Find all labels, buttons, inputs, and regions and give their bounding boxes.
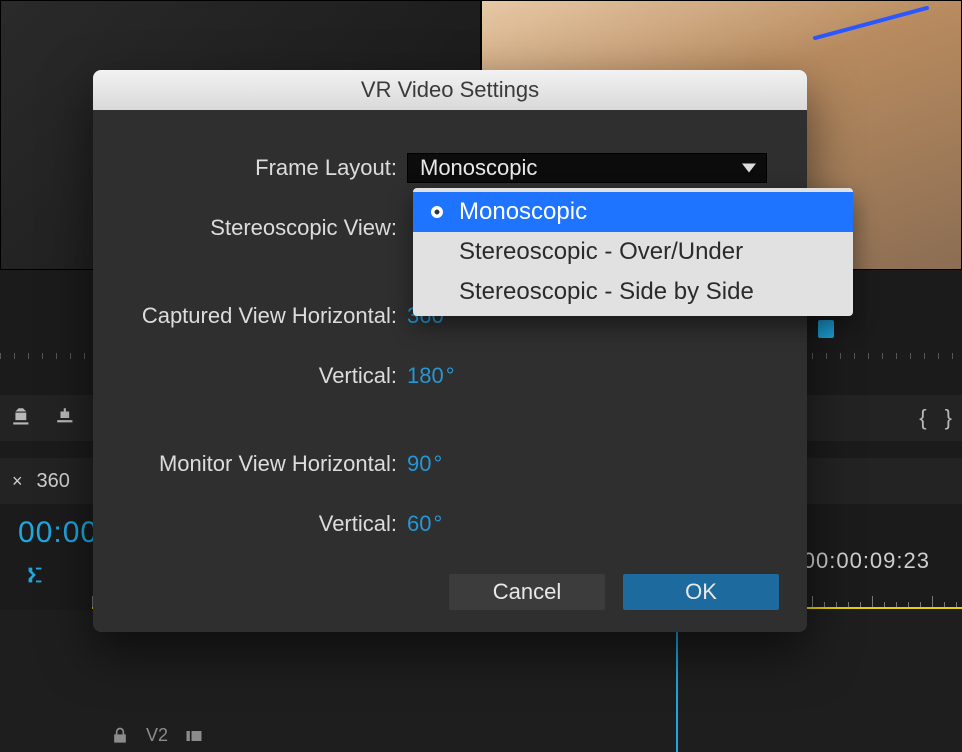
current-timecode[interactable]: 00:00 bbox=[18, 516, 98, 550]
frame-layout-option[interactable]: Monoscopic bbox=[413, 192, 853, 232]
monitor-horizontal-value[interactable]: 90° bbox=[407, 451, 442, 477]
dialog-title: VR Video Settings bbox=[93, 70, 807, 110]
frame-layout-dropdown[interactable]: Monoscopic Stereoscopic - Over/Under Stere… bbox=[413, 188, 853, 316]
frame-layout-option[interactable]: Stereoscopic - Over/Under bbox=[413, 232, 853, 272]
monitor-vertical-label: Vertical: bbox=[121, 511, 407, 537]
vr-video-settings-dialog: VR Video Settings Frame Layout: Monoscop… bbox=[93, 70, 807, 632]
option-label: Stereoscopic - Side by Side bbox=[459, 278, 754, 306]
frame-layout-select[interactable]: Monoscopic bbox=[407, 153, 767, 183]
radio-selected-icon bbox=[431, 206, 443, 218]
monitor-vertical-value[interactable]: 60° bbox=[407, 511, 442, 537]
cancel-button[interactable]: Cancel bbox=[449, 574, 605, 610]
frame-layout-option[interactable]: Stereoscopic - Side by Side bbox=[413, 272, 853, 312]
close-sequence-icon[interactable]: × bbox=[12, 471, 23, 492]
sequence-tab-name[interactable]: 360 bbox=[37, 470, 70, 493]
option-label: Stereoscopic - Over/Under bbox=[459, 238, 743, 266]
captured-horizontal-label: Captured View Horizontal: bbox=[121, 303, 407, 329]
captured-vertical-value[interactable]: 180° bbox=[407, 363, 455, 389]
monitor-horizontal-label: Monitor View Horizontal: bbox=[121, 451, 407, 477]
option-label: Monoscopic bbox=[459, 198, 587, 226]
ruler-timecode: 00:00:09:23 bbox=[803, 548, 930, 574]
frame-layout-label: Frame Layout: bbox=[121, 155, 407, 181]
track-label-text: V2 bbox=[146, 725, 168, 746]
mark-in-icon[interactable]: { bbox=[919, 405, 926, 431]
insert-icon[interactable] bbox=[54, 407, 80, 429]
ok-button[interactable]: OK bbox=[623, 574, 779, 610]
track-header[interactable]: V2 bbox=[110, 725, 204, 746]
captured-vertical-label: Vertical: bbox=[121, 363, 407, 389]
mark-out-icon[interactable]: } bbox=[945, 405, 952, 431]
chevron-down-icon bbox=[742, 164, 756, 173]
snap-icon[interactable] bbox=[22, 564, 48, 591]
export-frame-icon[interactable] bbox=[10, 407, 36, 429]
lock-icon[interactable] bbox=[110, 726, 130, 746]
frame-layout-selected-value: Monoscopic bbox=[420, 155, 537, 181]
toggle-track-output-icon[interactable] bbox=[184, 726, 204, 746]
playhead-marker-icon[interactable] bbox=[818, 320, 834, 338]
stereoscopic-view-label: Stereoscopic View: bbox=[121, 215, 407, 241]
